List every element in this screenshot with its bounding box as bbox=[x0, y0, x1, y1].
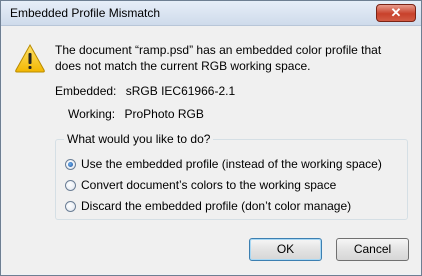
warning-icon bbox=[15, 43, 45, 73]
message-line: The document “ramp.psd” has an embedded … bbox=[55, 43, 382, 57]
radio-unselected[interactable] bbox=[65, 200, 76, 212]
title-bar[interactable]: Embedded Profile Mismatch ✕ bbox=[1, 1, 421, 26]
cancel-button[interactable]: Cancel bbox=[336, 238, 409, 261]
embedded-label: Embedded: bbox=[55, 84, 117, 98]
ok-button[interactable]: OK bbox=[249, 238, 322, 261]
close-icon: ✕ bbox=[390, 5, 402, 20]
dialog-window: Embedded Profile Mismatch ✕ The document… bbox=[0, 0, 422, 276]
option-label: Use the embedded profile (instead of the… bbox=[81, 157, 382, 171]
window-title: Embedded Profile Mismatch bbox=[10, 6, 161, 20]
working-label: Working: bbox=[68, 107, 116, 121]
close-button[interactable]: ✕ bbox=[376, 4, 416, 22]
radio-selected[interactable] bbox=[65, 158, 76, 170]
option-label: Discard the embedded profile (don’t colo… bbox=[81, 199, 352, 213]
working-profile-row: Working: ProPhoto RGB bbox=[68, 106, 204, 122]
working-value: ProPhoto RGB bbox=[124, 107, 204, 121]
embedded-profile-row: Embedded: sRGB IEC61966-2.1 bbox=[55, 83, 235, 99]
dialog-body: The document “ramp.psd” has an embedded … bbox=[2, 26, 420, 274]
options-legend: What would you like to do? bbox=[64, 131, 214, 147]
option-use-embedded[interactable]: Use the embedded profile (instead of the… bbox=[65, 156, 382, 172]
message-line: does not match the current RGB working s… bbox=[55, 59, 311, 73]
radio-unselected[interactable] bbox=[65, 179, 76, 191]
option-label: Convert document’s colors to the working… bbox=[81, 178, 337, 192]
option-convert[interactable]: Convert document’s colors to the working… bbox=[65, 177, 336, 193]
embedded-value: sRGB IEC61966-2.1 bbox=[125, 84, 236, 98]
option-discard[interactable]: Discard the embedded profile (don’t colo… bbox=[65, 198, 351, 214]
message-text: The document “ramp.psd” has an embedded … bbox=[55, 42, 415, 74]
